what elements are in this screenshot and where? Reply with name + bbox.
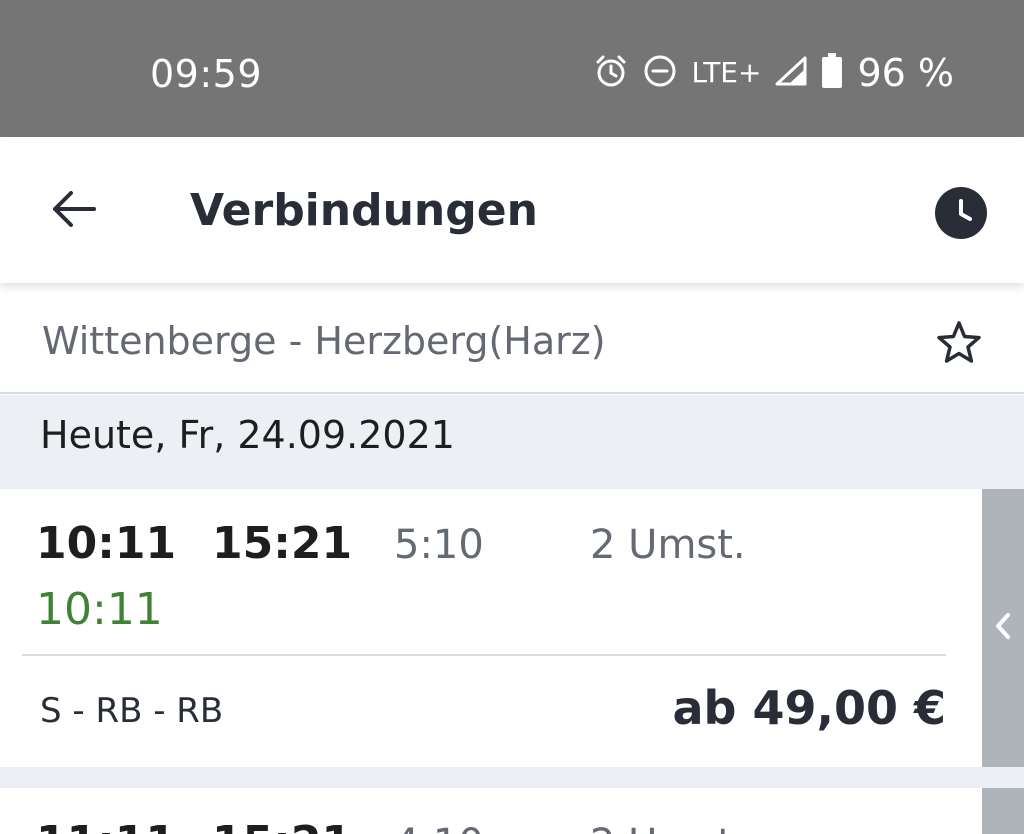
- connection-card[interactable]: 11:11 15:21 4:10 2 Umst.: [0, 788, 1024, 834]
- changes-count: 2 Umst.: [590, 522, 746, 568]
- travel-duration: 5:10: [394, 522, 484, 568]
- card-separator: [0, 767, 1024, 788]
- route-label: Wittenberge - Herzberg(Harz): [42, 319, 606, 363]
- price-label: ab 49,00 €: [672, 681, 946, 735]
- expand-details-tab[interactable]: [982, 489, 1024, 767]
- clock-icon: [934, 187, 988, 244]
- alarm-icon: [593, 53, 629, 93]
- route-header: Wittenberge - Herzberg(Harz): [0, 283, 1024, 394]
- date-header: Heute, Fr, 24.09.2021: [0, 395, 1024, 489]
- status-bar: 09:59 LTE+ 96 %: [0, 0, 1024, 137]
- status-time: 09:59: [150, 52, 263, 96]
- departure-time: 11:11: [36, 816, 176, 834]
- card-divider: [22, 654, 946, 656]
- favorite-button[interactable]: [936, 320, 986, 366]
- date-label: Heute, Fr, 24.09.2021: [40, 413, 455, 457]
- departure-realtime: 10:11: [36, 584, 163, 635]
- network-type: LTE+: [691, 56, 762, 89]
- travel-duration: 4:10: [394, 818, 484, 834]
- arrow-left-icon: [51, 189, 97, 233]
- connection-card[interactable]: 10:11 15:21 5:10 2 Umst. 10:11 S - RB - …: [0, 489, 1024, 767]
- chevron-left-icon: [993, 611, 1013, 645]
- changes-count: 2 Umst.: [590, 818, 746, 834]
- back-button[interactable]: [46, 187, 102, 235]
- arrival-time: 15:21: [212, 518, 353, 569]
- battery-percentage: 96 %: [857, 51, 954, 95]
- status-icons: LTE+ 96 %: [593, 50, 954, 96]
- app-bar: Verbindungen: [0, 137, 1024, 283]
- arrival-time: 15:21: [212, 816, 352, 834]
- train-products: S - RB - RB: [40, 691, 224, 731]
- expand-details-tab[interactable]: [982, 788, 1024, 834]
- page-title: Verbindungen: [190, 185, 538, 236]
- signal-icon: [775, 56, 807, 90]
- star-outline-icon: [936, 321, 982, 368]
- do-not-disturb-icon: [643, 54, 677, 92]
- history-button[interactable]: [934, 186, 988, 240]
- departure-time: 10:11: [36, 518, 177, 569]
- battery-icon: [821, 53, 843, 93]
